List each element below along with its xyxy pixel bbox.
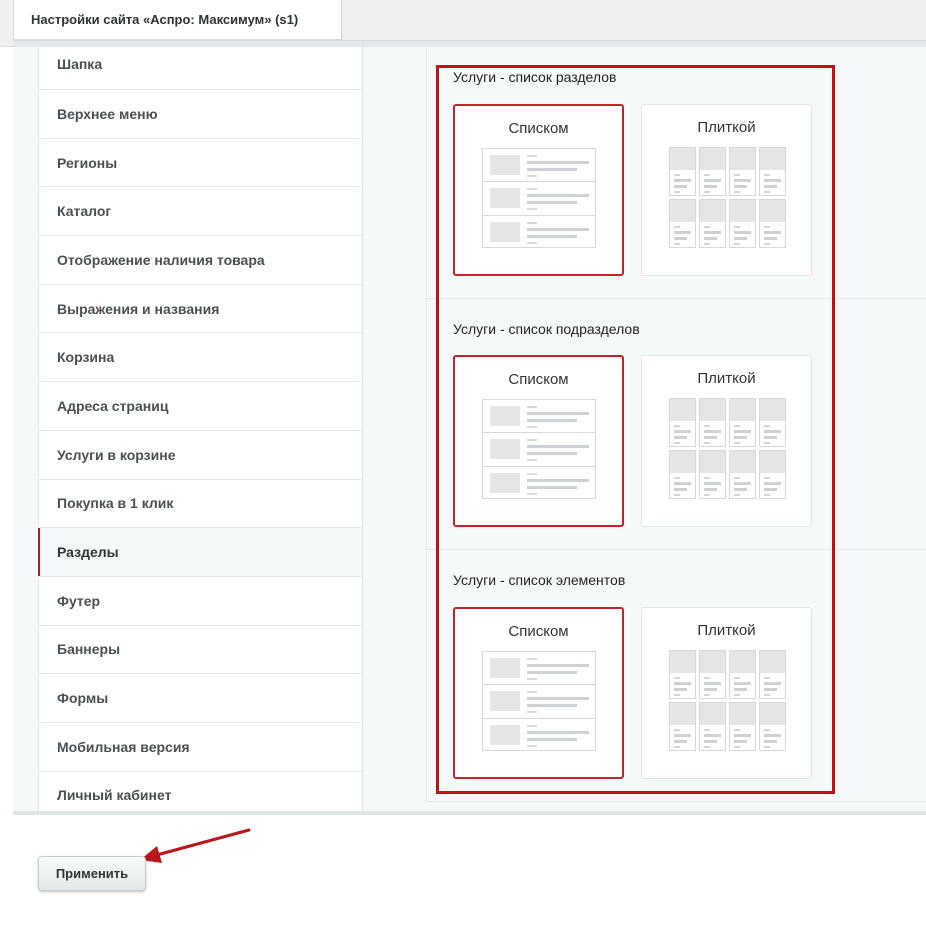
option-label: Плиткой xyxy=(697,119,756,136)
sidebar-item-forms[interactable]: Формы xyxy=(39,674,362,723)
section-title: Услуги - список разделов xyxy=(453,69,617,85)
settings-sidebar: Шапка Верхнее меню Регионы Каталог Отобр… xyxy=(38,47,363,811)
sidebar-item-sections[interactable]: Разделы xyxy=(38,528,362,577)
option-tile[interactable]: Плиткой xyxy=(641,607,812,779)
option-label: Списком xyxy=(508,120,569,137)
sidebar-item-banners[interactable]: Баннеры xyxy=(39,626,362,675)
sidebar-item-stock-display[interactable]: Отображение наличия товара xyxy=(39,236,362,285)
tile-layout-icon xyxy=(669,398,786,500)
section-services-sections: Услуги - список разделов Списком Плиткой xyxy=(453,67,813,276)
list-layout-icon xyxy=(482,651,596,751)
tab-strip xyxy=(13,40,926,47)
arrow-annotation-icon xyxy=(140,828,251,863)
list-layout-icon xyxy=(482,148,596,248)
option-label: Плиткой xyxy=(697,370,756,387)
sidebar-item-regions[interactable]: Регионы xyxy=(39,139,362,188)
content-area: Шапка Верхнее меню Регионы Каталог Отобр… xyxy=(13,47,926,811)
option-label: Списком xyxy=(508,371,569,388)
option-list[interactable]: Списком xyxy=(453,607,624,779)
tile-layout-icon xyxy=(669,650,786,752)
sidebar-item-header[interactable]: Шапка xyxy=(39,47,362,90)
tile-layout-icon xyxy=(669,147,786,249)
sidebar-item-footer[interactable]: Футер xyxy=(39,577,362,626)
section-title: Услуги - список элементов xyxy=(453,572,626,588)
list-layout-icon xyxy=(482,399,596,499)
sidebar-item-page-addresses[interactable]: Адреса страниц xyxy=(39,382,362,431)
tab-bar: Настройки сайта «Аспро: Максимум» (s1) xyxy=(0,0,926,47)
apply-button[interactable]: Применить xyxy=(38,856,146,891)
sidebar-item-one-click[interactable]: Покупка в 1 клик xyxy=(39,480,362,529)
sidebar-item-personal-account[interactable]: Личный кабинет xyxy=(39,772,362,811)
sidebar-item-mobile[interactable]: Мобильная версия xyxy=(39,723,362,772)
sidebar-item-top-menu[interactable]: Верхнее меню xyxy=(39,90,362,139)
section-services-elements: Услуги - список элементов Списком Плитко… xyxy=(453,570,813,779)
section-title: Услуги - список подразделов xyxy=(453,321,640,337)
sidebar-item-cart[interactable]: Корзина xyxy=(39,333,362,383)
option-label: Списком xyxy=(508,623,569,640)
option-list[interactable]: Списком xyxy=(453,104,624,276)
section-services-subsections: Услуги - список подразделов Списком Плит… xyxy=(453,319,813,527)
tab-site-settings[interactable]: Настройки сайта «Аспро: Максимум» (s1) xyxy=(13,0,342,40)
option-tile[interactable]: Плиткой xyxy=(641,355,812,527)
sidebar-item-phrases[interactable]: Выражения и названия xyxy=(39,285,362,334)
footer-divider xyxy=(13,811,926,815)
option-label: Плиткой xyxy=(697,622,756,639)
option-list[interactable]: Списком xyxy=(453,355,624,527)
sidebar-item-catalog[interactable]: Каталог xyxy=(39,187,362,237)
option-tile[interactable]: Плиткой xyxy=(641,104,812,276)
sidebar-item-cart-services[interactable]: Услуги в корзине xyxy=(39,431,362,480)
